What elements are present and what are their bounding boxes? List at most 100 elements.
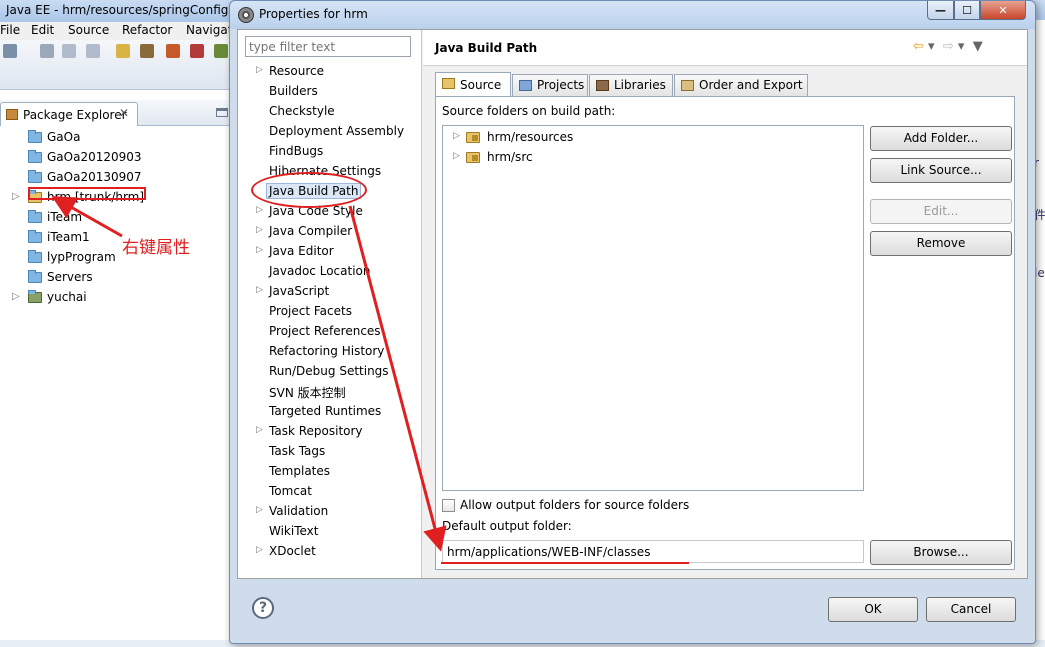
close-icon[interactable]: ✕ (119, 106, 129, 120)
ok-button[interactable]: OK (828, 597, 918, 622)
help-icon[interactable]: ? (252, 597, 274, 619)
nav-item-label: SVN 版本控制 (269, 386, 346, 400)
package-explorer-tab[interactable]: Package Explorer ✕ (0, 102, 138, 126)
nav-item-label: Targeted Runtimes (269, 404, 382, 418)
nav-item-wikitext[interactable]: WikiText (238, 522, 422, 542)
expand-arrow-icon[interactable]: ▷ (453, 131, 460, 141)
nav-item-builders[interactable]: Builders (238, 82, 422, 102)
expand-arrow-icon[interactable]: ▷ (256, 505, 263, 515)
project-item[interactable]: GaOa20130907 (0, 168, 240, 188)
nav-item-resource[interactable]: ▷ Resource (238, 62, 422, 82)
expand-arrow-icon[interactable]: ▷ (256, 205, 263, 215)
project-item[interactable]: Servers (0, 268, 240, 288)
back-arrow-icon[interactable]: ⇦ (913, 39, 924, 54)
nav-item-checkstyle[interactable]: Checkstyle (238, 102, 422, 122)
project-item[interactable]: GaOa20120903 (0, 148, 240, 168)
run-icon[interactable] (214, 44, 228, 58)
menu-refactor[interactable]: Refactor (122, 23, 172, 37)
menu-source[interactable]: Source (68, 23, 109, 37)
nav-item-project-facets[interactable]: Project Facets (238, 302, 422, 322)
project-item[interactable]: iTeam1 (0, 228, 240, 248)
new-icon[interactable] (3, 44, 17, 58)
minimize-button[interactable]: — (927, 1, 954, 20)
source-folders-tree[interactable]: ▷ hrm/resources ▷ hrm/src (442, 125, 864, 491)
back-menu-chevron-icon[interactable]: ▾ (928, 39, 935, 54)
source-folder-item[interactable]: ▷ hrm/resources (443, 128, 863, 148)
open-type-icon[interactable] (116, 44, 130, 58)
project-label: GaOa20130907 (47, 170, 142, 184)
nav-item-validation[interactable]: ▷ Validation (238, 502, 422, 522)
project-item[interactable]: lypProgram (0, 248, 240, 268)
nav-item-svn[interactable]: SVN 版本控制 (238, 382, 422, 402)
allow-output-checkbox[interactable] (442, 499, 455, 512)
build-path-tabs: Source Projects Libraries Order and Expo… (435, 72, 1015, 96)
projects-icon (519, 80, 532, 91)
project-item[interactable]: GaOa (0, 128, 240, 148)
nav-item-task-repository[interactable]: ▷ Task Repository (238, 422, 422, 442)
default-output-field[interactable] (442, 540, 864, 563)
menu-navigate[interactable]: Navigat (186, 23, 232, 37)
nav-item-run-debug-settings[interactable]: Run/Debug Settings (238, 362, 422, 382)
nav-item-refactoring-history[interactable]: Refactoring History (238, 342, 422, 362)
expand-arrow-icon[interactable]: ▷ (256, 285, 263, 295)
search-icon[interactable] (140, 44, 154, 58)
eclipse-icon (238, 7, 254, 23)
nav-item-templates[interactable]: Templates (238, 462, 422, 482)
expand-arrow-icon[interactable]: ▷ (256, 545, 263, 555)
expand-arrow-icon[interactable]: ▷ (12, 291, 20, 302)
save-all-icon[interactable] (62, 44, 76, 58)
menu-edit[interactable]: Edit (31, 23, 54, 37)
print-icon[interactable] (86, 44, 100, 58)
project-label: iTeam1 (47, 230, 90, 244)
remove-button[interactable]: Remove (870, 231, 1012, 256)
expand-arrow-icon[interactable]: ▷ (12, 191, 20, 202)
cancel-button[interactable]: Cancel (926, 597, 1016, 622)
stop-icon[interactable] (190, 44, 204, 58)
allow-output-row[interactable]: Allow output folders for source folders (442, 497, 842, 515)
expand-arrow-icon[interactable]: ▷ (256, 225, 263, 235)
properties-dialog: Properties for hrm — ☐ ✕ ▷ Resource Builde… (229, 0, 1036, 644)
tab-order-and-export[interactable]: Order and Export (674, 74, 808, 96)
nav-item-findbugs[interactable]: FindBugs (238, 142, 422, 162)
nav-item-xdoclet[interactable]: ▷ XDoclet (238, 542, 422, 562)
expand-arrow-icon[interactable]: ▷ (453, 151, 460, 161)
filter-input[interactable] (245, 36, 411, 57)
link-source-button[interactable]: Link Source... (870, 158, 1012, 183)
nav-item-targeted-runtimes[interactable]: Targeted Runtimes (238, 402, 422, 422)
nav-item-label: Javadoc Location (269, 264, 371, 278)
expand-arrow-icon[interactable]: ▷ (256, 425, 263, 435)
expand-arrow-icon[interactable]: ▷ (256, 65, 263, 75)
save-icon[interactable] (40, 44, 54, 58)
forward-menu-chevron-icon[interactable]: ▾ (958, 39, 965, 54)
source-folder-item[interactable]: ▷ hrm/src (443, 148, 863, 168)
maximize-button[interactable]: ☐ (954, 1, 980, 20)
nav-item-javadoc-location[interactable]: Javadoc Location (238, 262, 422, 282)
source-folder-icon (466, 152, 480, 163)
nav-item-java-editor[interactable]: ▷ Java Editor (238, 242, 422, 262)
minimize-view-icon[interactable] (216, 108, 228, 117)
forward-arrow-icon[interactable]: ⇨ (943, 39, 954, 54)
package-explorer-tabbar: Package Explorer ✕ (0, 100, 240, 126)
nav-item-tomcat[interactable]: Tomcat (238, 482, 422, 502)
project-folder-icon (28, 170, 42, 183)
project-item[interactable]: ▷ yuchai (0, 288, 240, 308)
view-menu-icon[interactable]: ▼ (973, 39, 983, 54)
browse-button[interactable]: Browse... (870, 540, 1012, 565)
nav-item-label: Checkstyle (269, 104, 335, 118)
edit-button[interactable]: Edit... (870, 199, 1012, 224)
close-button[interactable]: ✕ (980, 1, 1026, 20)
tab-projects[interactable]: Projects (512, 74, 588, 96)
add-folder-button[interactable]: Add Folder... (870, 126, 1012, 151)
nav-item-task-tags[interactable]: Task Tags (238, 442, 422, 462)
debug-icon[interactable] (166, 44, 180, 58)
tab-source[interactable]: Source (435, 72, 511, 96)
libraries-icon (596, 80, 609, 91)
expand-arrow-icon[interactable]: ▷ (256, 245, 263, 255)
tab-libraries[interactable]: Libraries (589, 74, 673, 96)
nav-item-deployment-assembly[interactable]: Deployment Assembly (238, 122, 422, 142)
menu-file[interactable]: File (0, 23, 20, 37)
nav-item-project-references[interactable]: Project References (238, 322, 422, 342)
nav-item-javascript[interactable]: ▷ JavaScript (238, 282, 422, 302)
nav-item-java-compiler[interactable]: ▷ Java Compiler (238, 222, 422, 242)
project-item[interactable]: iTeam (0, 208, 240, 228)
